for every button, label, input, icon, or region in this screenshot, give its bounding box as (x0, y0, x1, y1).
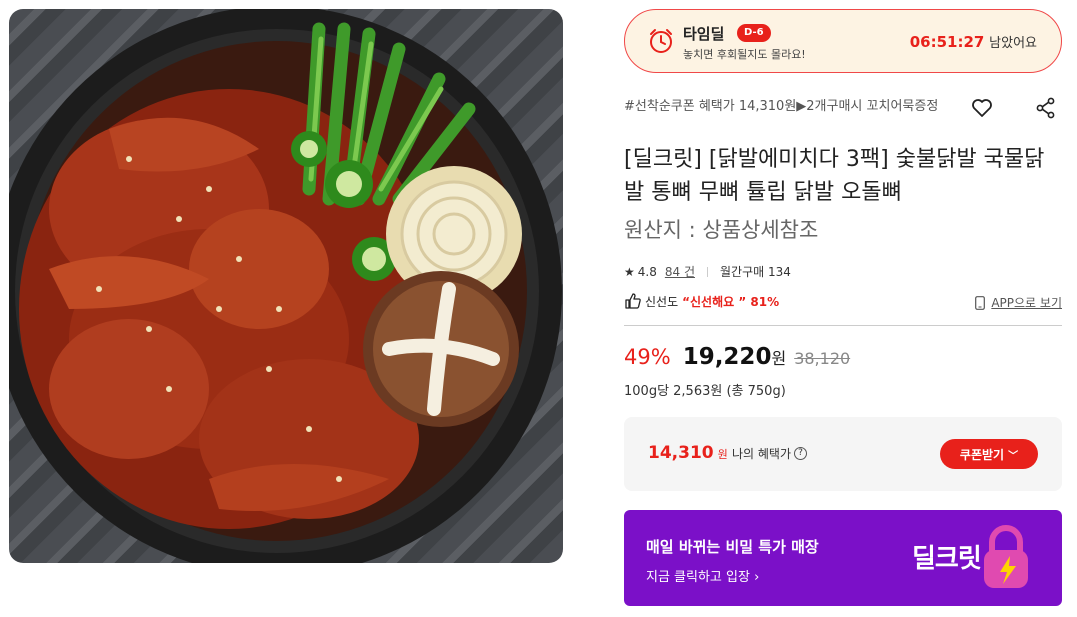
app-view-link[interactable]: APP으로 보기 (975, 294, 1062, 311)
benefit-unit: 원 (717, 448, 728, 461)
rating-value: 4.8 (637, 264, 657, 279)
question-icon[interactable]: ? (794, 447, 808, 460)
heart-icon[interactable] (970, 96, 994, 120)
dday-badge: D-6 (737, 24, 771, 42)
coupon-button[interactable]: 쿠폰받기 ﹀ (940, 439, 1038, 469)
benefit-label-text: 나의 혜택가 (732, 447, 792, 461)
coupon-button-label: 쿠폰받기 (959, 447, 1005, 462)
share-icon[interactable] (1034, 96, 1058, 120)
timedeal-banner[interactable]: 타임딜 D-6 놓치면 후회될지도 몰라요! 06:51:27 남았어요 (624, 9, 1062, 73)
review-count-link[interactable]: 84 건 (665, 263, 695, 280)
star-icon: ★ (624, 264, 635, 279)
benefit-box: 14,310 원 나의 혜택가 ? 쿠폰받기 ﹀ (624, 417, 1062, 491)
divider (624, 325, 1062, 326)
product-image (9, 9, 563, 563)
currency-unit: 원 (771, 349, 787, 368)
chevron-down-icon: ﹀ (1008, 450, 1019, 462)
timedeal-subtitle: 놓치면 후회될지도 몰라요! (683, 48, 806, 61)
price-row: 49% 19,220 원 38,120 (624, 344, 850, 370)
promo-text: #선착순쿠폰 혜택가 14,310원▶2개구매시 꼬치어묵증정 (624, 99, 939, 114)
countdown-suffix: 남았어요 (989, 36, 1037, 51)
monthly-purchase: 월간구매 134 (719, 265, 791, 279)
dealcret-banner[interactable]: 매일 바뀌는 비밀 특가 매장 지금 클릭하고 입장 › 딜크릿 (624, 510, 1062, 606)
countdown-time: 06:51:27 (909, 33, 985, 51)
benefit-price: 14,310 원 (648, 443, 728, 463)
timedeal-title: 타임딜 (683, 25, 725, 43)
freshness-label: 신선도 (645, 294, 679, 309)
divider (706, 266, 708, 277)
unit-price: 100g당 2,563원 (총 750g) (624, 384, 786, 399)
benefit-label: 나의 혜택가 ? (732, 445, 808, 462)
freshness-value: “신선해요 ” 81% (682, 294, 780, 309)
product-title: [딜크릿] [닭발에미치다 3팩] 숯불닭발 국물닭발 통뼈 무뼈 튤립 닭발 … (624, 147, 1045, 205)
sale-price: 19,220 (682, 344, 772, 370)
countdown: 06:51:27 남았어요 (910, 32, 1037, 51)
rating-row: ★ 4.8 84 건 월간구매 134 (624, 263, 791, 280)
original-price: 38,120 (794, 349, 851, 368)
lightning-lock-icon (984, 525, 1028, 588)
freshness-row: 신선도 “신선해요 ” 81% (624, 292, 779, 310)
phone-icon (975, 295, 986, 310)
discount-rate: 49% (624, 345, 671, 369)
product-origin: 원산지 : 상품상세참조 (624, 218, 819, 242)
dealcret-logo: 딜크릿 (912, 544, 982, 574)
benefit-amount: 14,310 (648, 443, 714, 463)
banner-cta[interactable]: 지금 클릭하고 입장 › (646, 566, 759, 585)
banner-headline: 매일 바뀌는 비밀 특가 매장 (646, 538, 819, 556)
alarm-clock-icon (650, 29, 672, 53)
thumbs-up-icon (625, 293, 641, 309)
app-view-label: APP으로 보기 (991, 296, 1062, 310)
